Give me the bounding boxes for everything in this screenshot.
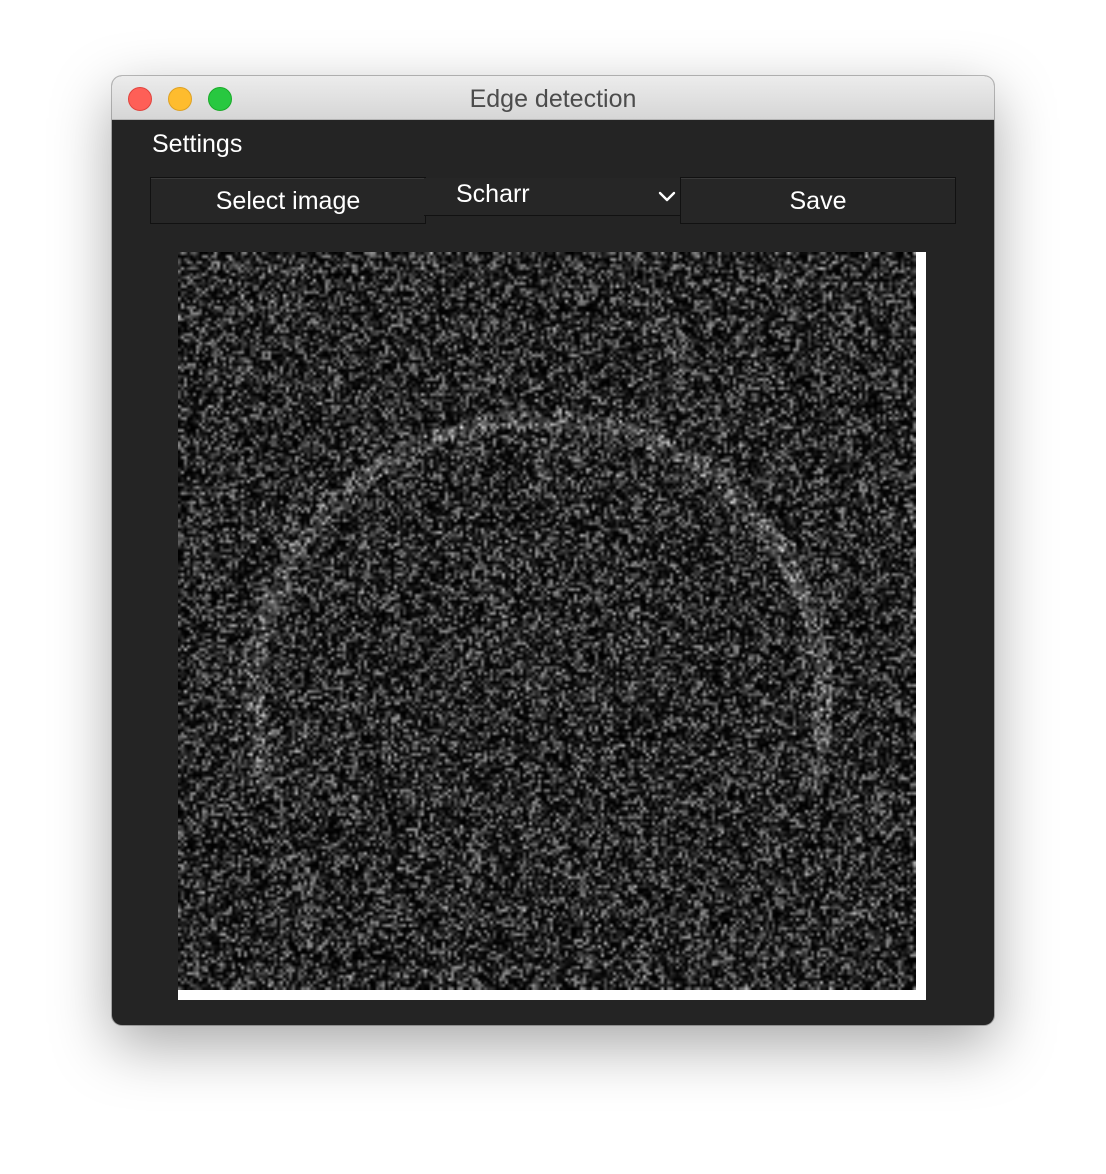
- method-selected-value: Scharr: [456, 180, 530, 208]
- edge-detection-image: [178, 252, 916, 990]
- image-preview-frame: [178, 252, 926, 1000]
- method-dropdown[interactable]: Scharr: [424, 178, 682, 216]
- save-button[interactable]: Save: [680, 177, 956, 224]
- chevron-down-icon: [658, 191, 676, 202]
- window-title: Edge detection: [469, 85, 637, 113]
- title-bar[interactable]: Edge detection: [112, 76, 994, 120]
- app-window: Edge detection Settings Select image Sch…: [112, 76, 994, 1025]
- settings-menu[interactable]: Settings: [152, 130, 242, 159]
- select-image-button[interactable]: Select image: [150, 177, 426, 224]
